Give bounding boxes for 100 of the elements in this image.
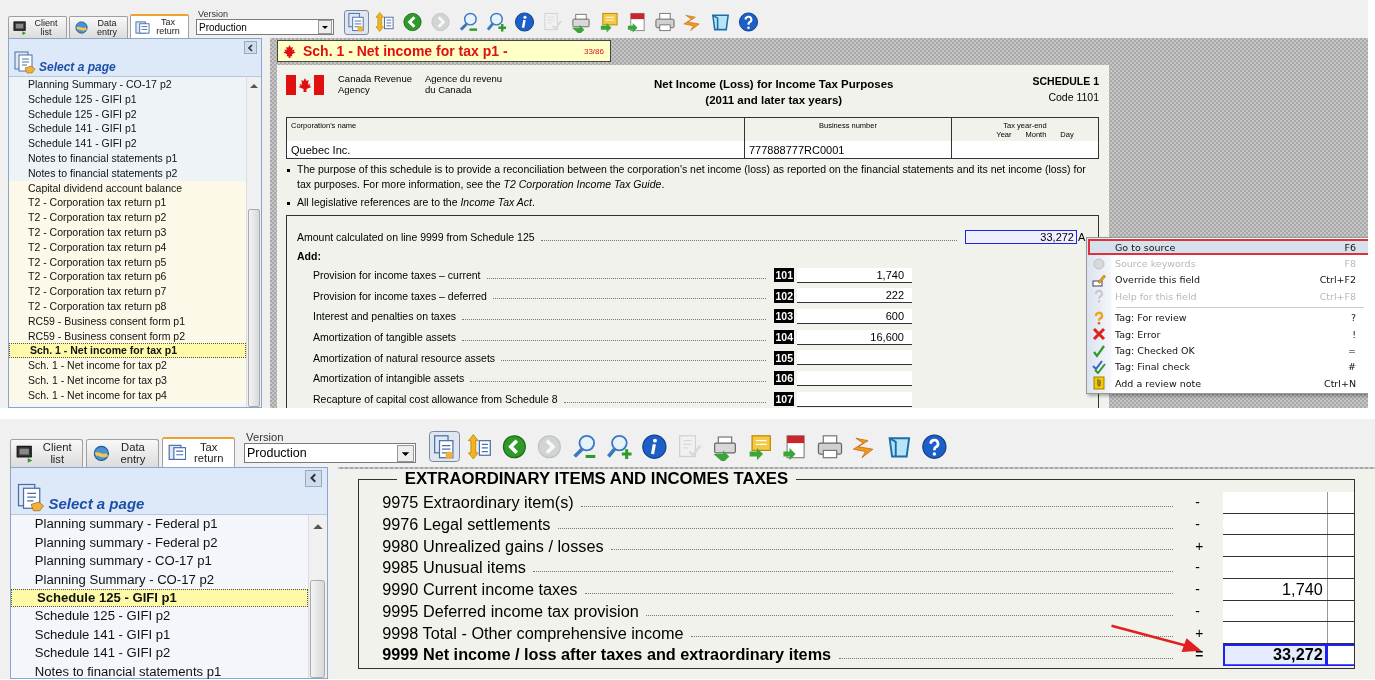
scrollbar[interactable] [246, 77, 261, 407]
version-dropdown[interactable]: Production [196, 19, 334, 35]
amount-field[interactable]: 1,740 [1222, 578, 1354, 601]
amount-field[interactable]: 33,272 [965, 230, 1077, 245]
line-code: 102 [774, 288, 794, 303]
monitor-icon [16, 444, 35, 463]
shortcut-text: ? [1350, 312, 1356, 324]
page-list-item[interactable]: Sch. 1 - Net income for tax p1 [9, 343, 246, 359]
line-code: 104 [774, 330, 794, 345]
info-button[interactable] [512, 9, 537, 35]
page-tab[interactable]: Tax return [130, 14, 189, 38]
page-tab[interactable]: Tax return [161, 436, 235, 467]
field-value[interactable]: 777888777RC0001 [745, 141, 951, 158]
page-list-item[interactable]: Sch. 1 - Net income for tax p3 [9, 373, 246, 388]
page-list-item[interactable]: Planning Summary - CO-17 p2 [11, 570, 308, 589]
info-icon [640, 433, 668, 461]
line-label: 9976 Legal settlements [382, 514, 551, 534]
amount-field[interactable]: 16,600 [797, 329, 912, 345]
page-list-item[interactable]: Schedule 125 - GIFI p1 [11, 589, 308, 608]
menu-item[interactable]: Tag: Error ! [1088, 325, 1368, 343]
scrollbar[interactable] [308, 515, 327, 679]
sign-text: - [1195, 603, 1201, 619]
question-icon [1092, 310, 1106, 325]
zoom-in-icon [486, 11, 507, 33]
amount-field[interactable]: 600 [797, 308, 912, 324]
documents-hand-icon [13, 50, 37, 74]
line-label: 9980 Unrealized gains / losses [382, 536, 604, 556]
amount-field[interactable] [1222, 491, 1354, 514]
menu-item[interactable]: Add a review note Ctrl+N [1088, 375, 1368, 392]
collapse-button[interactable] [305, 470, 322, 487]
menu-item[interactable]: Tag: For review ? [1088, 309, 1368, 326]
amount-field[interactable] [797, 370, 912, 386]
date-field[interactable] [952, 141, 1098, 158]
field-value[interactable]: Quebec Inc. [287, 141, 744, 158]
amount-field[interactable] [797, 350, 912, 366]
page-title: Sch. 1 - Net income for tax p1 - [303, 43, 509, 59]
scroll-up-arrow-icon[interactable] [250, 83, 258, 88]
page-list-item[interactable]: Schedule 141 - GIFI p2 [11, 644, 308, 663]
page-tab[interactable]: Data entry [85, 439, 159, 467]
line-label: Interest and penalties on taxes [312, 310, 456, 323]
printer-icon [654, 11, 675, 33]
menu-item[interactable]: Tag: Checked OK = [1088, 342, 1368, 359]
page-list-item[interactable]: Schedule 141 - GIFI p1 [9, 121, 246, 137]
keywords-icon [1092, 256, 1106, 271]
page-list-item[interactable]: Planning summary - Federal p1 [11, 515, 308, 534]
help-button[interactable] [736, 9, 761, 35]
amount-field[interactable] [1222, 622, 1354, 644]
page-list-item[interactable]: Schedule 125 - GIFI p2 [11, 607, 308, 626]
page-list-item[interactable]: T2 - Corporation tax return p2 [9, 210, 246, 225]
checkmark-icon [1092, 343, 1106, 358]
pages-button[interactable] [428, 431, 460, 463]
sign-text: = [1195, 647, 1205, 663]
amount-field[interactable]: 33,272 [1222, 644, 1354, 666]
menu-item[interactable]: Override this field Ctrl+F2 [1088, 271, 1368, 289]
instruction-text: All legislative references are to the Income Tax Act. [297, 195, 535, 210]
page-list-item[interactable]: T2 - Corporation tax return p1 [9, 195, 246, 211]
canada-flag-icon [286, 75, 324, 95]
amount-field[interactable]: 1,740 [797, 267, 912, 283]
amount-field[interactable] [1222, 600, 1354, 623]
page-list-item[interactable]: Sch. 1 - Net income for tax p2 [9, 358, 246, 374]
instruction-text: The purpose of this schedule is to provide a reconciliation between the corporation's net income (loss) as reported on the financial statements and its net income (loss) for tax purposes. For more information, see the T2 Corporation Income Tax Guide. [297, 162, 1087, 192]
line-code: 105 [774, 350, 794, 365]
sort-button[interactable] [372, 9, 397, 35]
amount-field[interactable] [1222, 513, 1354, 536]
sign-text: - [1195, 516, 1201, 532]
page-tab[interactable]: Data entry [69, 16, 128, 38]
help-icon [738, 11, 759, 33]
form-code: Code 1101 [1048, 90, 1099, 105]
collapse-button[interactable] [244, 41, 257, 54]
checked-document-icon [542, 11, 563, 33]
documents-icon [346, 11, 367, 33]
line-label: Recapture of capital cost allowance from Schedule 8 [312, 393, 558, 406]
page-tab[interactable]: Client list [10, 439, 84, 467]
pdf-document-icon [626, 11, 647, 33]
version-dropdown[interactable]: Production [243, 443, 416, 463]
menu-item[interactable]: Go to source F6 [1088, 239, 1368, 256]
page-list-item[interactable]: Notes to financial statements p1 [11, 662, 308, 680]
page-list-item[interactable]: T2 - Corporation tax return p7 [9, 284, 246, 299]
page-list-item[interactable]: Planning Summary - CO-17 p2 [9, 77, 246, 92]
menu-item[interactable]: Tag: Final check # [1088, 358, 1368, 376]
page-list-item[interactable]: Planning summary - CO-17 p1 [11, 552, 308, 571]
page-list-item[interactable]: Schedule 141 - GIFI p1 [11, 625, 308, 645]
note-icon [1092, 376, 1106, 391]
page-list-item[interactable]: T2 - Corporation tax return p6 [9, 269, 246, 285]
amount-field[interactable] [797, 391, 912, 407]
page-list-item[interactable]: Schedule 141 - GIFI p2 [9, 136, 246, 151]
page-tab[interactable]: Client list [8, 16, 67, 38]
page-list-item[interactable]: Planning summary - Federal p2 [11, 533, 308, 552]
line-label: Provision for income taxes – current [312, 269, 481, 282]
amount-field[interactable] [1222, 535, 1354, 557]
sign-text: + [1195, 538, 1205, 554]
agency-name: Canada Revenue Agency [338, 73, 413, 95]
line-code: 101 [774, 268, 794, 283]
amount-field[interactable]: 222 [797, 288, 912, 304]
form-title: Net Income (Loss) for Income Tax Purposes [654, 77, 894, 92]
amount-field[interactable] [1222, 557, 1354, 579]
cross-icon [1092, 327, 1106, 342]
scroll-up-arrow-icon[interactable] [312, 522, 323, 529]
pages-button[interactable] [344, 9, 369, 35]
line-label: Amount calculated on line 9999 from Schedule 125 [297, 231, 535, 244]
